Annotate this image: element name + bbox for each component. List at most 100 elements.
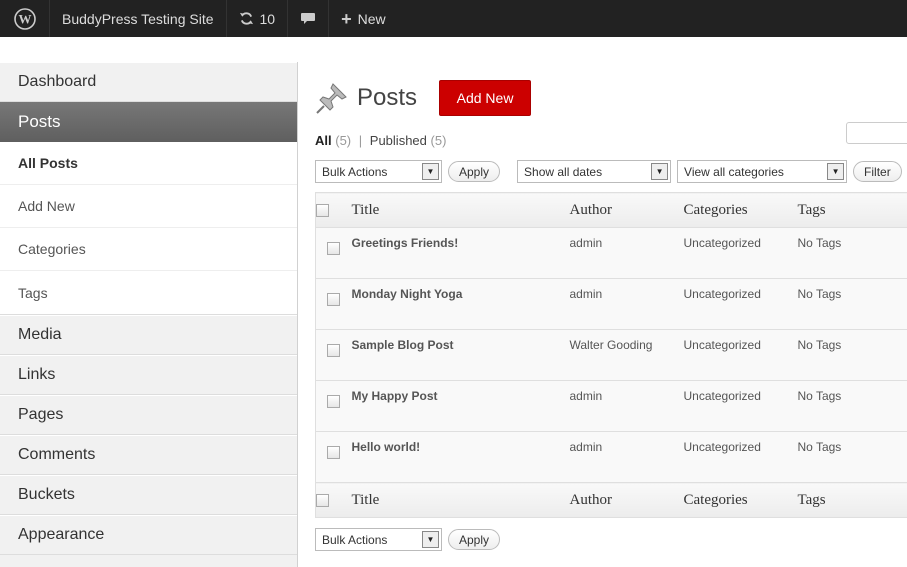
categories-filter-select[interactable]: View all categories ▼ — [677, 160, 848, 183]
table-header-row: Title Author Categories Tags — [315, 192, 907, 228]
dates-filter-select[interactable]: Show all dates ▼ — [517, 160, 672, 183]
admin-bar: W BuddyPress Testing Site 10 + New — [0, 0, 907, 37]
apply-button-bottom[interactable]: Apply — [448, 529, 501, 550]
chevron-down-icon: ▼ — [422, 531, 439, 548]
row-checkbox[interactable] — [327, 242, 341, 255]
post-status-filters: All (5) | Published (5) — [315, 133, 446, 148]
menu-posts[interactable]: Posts — [0, 102, 297, 142]
filter-published[interactable]: Published — [370, 133, 427, 148]
add-new-post-button[interactable]: Add New — [439, 80, 532, 116]
table-row: Greetings Friends! admin Uncategorized N… — [315, 227, 907, 279]
comment-bubble-icon — [301, 12, 316, 24]
menu-links[interactable]: Links — [0, 355, 297, 395]
search-posts-input[interactable] — [846, 122, 907, 144]
post-categories[interactable]: Uncategorized — [683, 380, 798, 432]
post-title-link[interactable]: Monday Night Yoga — [351, 278, 570, 330]
bulk-actions-value: Bulk Actions — [322, 532, 388, 547]
table-row: My Happy Post admin Uncategorized No Tag… — [315, 380, 907, 432]
post-tags: No Tags — [797, 329, 907, 381]
column-categories-footer: Categories — [683, 482, 798, 518]
tablenav-bottom: Bulk Actions ▼ Apply — [315, 528, 501, 551]
apply-button-top[interactable]: Apply — [448, 161, 501, 182]
table-footer-row: Title Author Categories Tags — [315, 482, 907, 518]
menu-dashboard[interactable]: Dashboard — [0, 62, 297, 102]
post-title-link[interactable]: Greetings Friends! — [351, 227, 570, 279]
post-categories[interactable]: Uncategorized — [683, 329, 798, 381]
bulk-actions-value: Bulk Actions — [322, 164, 388, 179]
column-tags-footer: Tags — [797, 482, 907, 518]
refresh-icon — [239, 12, 253, 25]
row-checkbox[interactable] — [327, 446, 341, 459]
page-heading: Posts Add New — [315, 80, 532, 116]
filter-button[interactable]: Filter — [853, 161, 902, 182]
post-author[interactable]: admin — [569, 227, 684, 279]
posts-submenu: All Posts Add New Categories Tags — [0, 142, 297, 315]
post-tags: No Tags — [797, 380, 907, 432]
page-title: Posts — [357, 84, 418, 111]
posts-table: Title Author Categories Tags Greetings F… — [315, 192, 907, 518]
column-categories: Categories — [683, 192, 798, 228]
menu-buckets[interactable]: Buckets — [0, 475, 297, 515]
chevron-down-icon: ▼ — [422, 163, 439, 180]
submenu-all-posts[interactable]: All Posts — [0, 142, 297, 185]
svg-text:W: W — [18, 11, 31, 26]
post-tags: No Tags — [797, 278, 907, 330]
menu-appearance[interactable]: Appearance — [0, 515, 297, 555]
filter-published-count: (5) — [430, 133, 447, 148]
new-label: New — [357, 10, 386, 27]
filter-all[interactable]: All — [315, 133, 332, 148]
post-author[interactable]: Walter Gooding — [569, 329, 684, 381]
menu-media[interactable]: Media — [0, 315, 297, 355]
chevron-down-icon: ▼ — [827, 163, 845, 180]
table-row: Hello world! admin Uncategorized No Tags — [315, 431, 907, 483]
dates-filter-value: Show all dates — [524, 164, 603, 179]
row-checkbox[interactable] — [327, 395, 341, 408]
column-title-footer[interactable]: Title — [351, 482, 570, 518]
column-author-footer: Author — [569, 482, 684, 518]
site-name-menu[interactable]: BuddyPress Testing Site — [50, 0, 227, 37]
row-checkbox[interactable] — [327, 293, 341, 306]
post-categories[interactable]: Uncategorized — [683, 278, 798, 330]
post-tags: No Tags — [797, 431, 907, 483]
post-title-link[interactable]: My Happy Post — [351, 380, 570, 432]
submenu-add-new[interactable]: Add New — [0, 185, 297, 228]
post-categories[interactable]: Uncategorized — [683, 227, 798, 279]
chevron-down-icon: ▼ — [651, 163, 669, 180]
wordpress-icon: W — [13, 7, 36, 30]
comments-menu[interactable] — [288, 0, 330, 37]
post-title-link[interactable]: Hello world! — [351, 431, 570, 483]
table-row: Sample Blog Post Walter Gooding Uncatego… — [315, 329, 907, 381]
post-author[interactable]: admin — [569, 278, 684, 330]
bulk-actions-select-bottom[interactable]: Bulk Actions ▼ — [315, 528, 442, 551]
filter-separator: | — [358, 133, 363, 148]
post-tags: No Tags — [797, 227, 907, 279]
select-all-checkbox[interactable] — [316, 203, 329, 217]
new-content-menu[interactable]: + New — [329, 0, 398, 37]
tablenav-top: Bulk Actions ▼ Apply Show all dates ▼ Vi… — [315, 160, 902, 183]
plus-icon: + — [341, 8, 352, 29]
updates-count: 10 — [259, 10, 276, 27]
column-author: Author — [569, 192, 684, 228]
bulk-actions-select-top[interactable]: Bulk Actions ▼ — [315, 160, 442, 183]
filter-all-count: (5) — [335, 133, 352, 148]
post-title-link[interactable]: Sample Blog Post — [351, 329, 570, 381]
admin-sidebar: Dashboard Posts All Posts Add New Catego… — [0, 62, 298, 567]
post-categories[interactable]: Uncategorized — [683, 431, 798, 483]
select-all-checkbox-footer[interactable] — [316, 493, 329, 507]
post-author[interactable]: admin — [569, 431, 684, 483]
categories-filter-value: View all categories — [684, 164, 784, 179]
submenu-tags[interactable]: Tags — [0, 271, 297, 314]
site-name: BuddyPress Testing Site — [62, 10, 214, 27]
menu-comments[interactable]: Comments — [0, 435, 297, 475]
submenu-categories[interactable]: Categories — [0, 228, 297, 271]
main-content: Posts Add New All (5) | Published (5) Bu… — [299, 37, 907, 567]
post-author[interactable]: admin — [569, 380, 684, 432]
wordpress-logo-menu[interactable]: W — [0, 0, 50, 37]
column-title[interactable]: Title — [351, 192, 570, 228]
updates-menu[interactable]: 10 — [227, 0, 289, 37]
table-row: Monday Night Yoga admin Uncategorized No… — [315, 278, 907, 330]
menu-pages[interactable]: Pages — [0, 395, 297, 435]
pushpin-icon — [316, 83, 347, 114]
column-tags: Tags — [797, 192, 907, 228]
row-checkbox[interactable] — [327, 344, 341, 357]
